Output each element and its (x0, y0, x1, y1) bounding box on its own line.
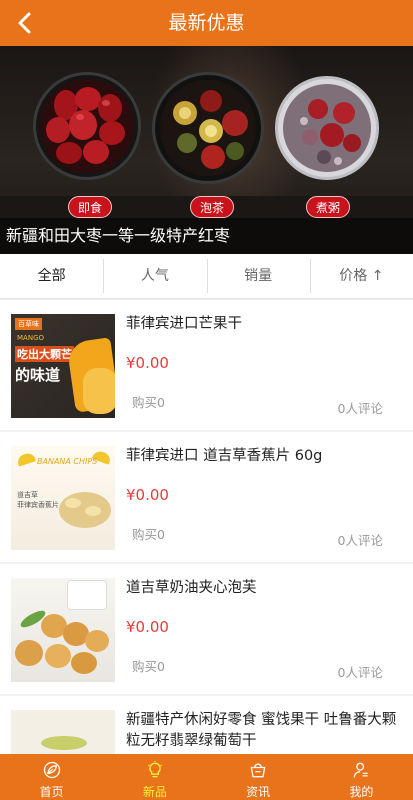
puff (85, 630, 109, 652)
product-thumbnail (11, 578, 115, 682)
sort-tab-popularity[interactable]: 人气 (103, 254, 206, 298)
product-price: ¥0.00 (126, 354, 169, 372)
product-name: 菲律宾进口 道吉草香蕉片 60g (126, 448, 323, 464)
banner-caption: 新疆和田大枣一等一级特产红枣 (0, 218, 413, 254)
bowl-porridge (275, 76, 379, 180)
sort-tab-all[interactable]: 全部 (0, 254, 103, 298)
tab-home[interactable]: 首页 (0, 754, 103, 800)
product-name: 新疆特产休闲好零食 蜜饯果干 吐鲁番大颗粒无籽翡翠绿葡萄干 (126, 712, 397, 749)
page-title: 最新优惠 (168, 12, 245, 34)
tab-mine[interactable]: 我的 (310, 754, 413, 800)
bowl-dates (33, 72, 141, 180)
product-bought: 购买0 (132, 659, 165, 674)
sort-bar: 全部 人气 销量 价格 ↑ (0, 254, 413, 299)
product-item[interactable]: 道吉草奶油夹心泡芙 ¥0.00 购买0 0人评论 (0, 564, 413, 694)
puff (71, 652, 97, 674)
thumb-sub: MANGO (17, 334, 44, 342)
tab-news[interactable]: 资讯 (207, 754, 310, 800)
product-item[interactable]: BANANA CHIPS 道吉草 菲律宾香蕉片 菲律宾进口 道吉草香蕉片 60g… (0, 432, 413, 562)
puff (15, 640, 43, 666)
product-comments: 0人评论 (337, 665, 383, 680)
sort-tab-sales[interactable]: 销量 (206, 254, 310, 298)
tea-image (160, 80, 256, 176)
product-bought: 购买0 (132, 527, 165, 542)
tab-mine-label: 我的 (349, 785, 374, 799)
user-icon (354, 762, 369, 778)
thumb-brand: 百草味 (15, 318, 42, 330)
thumb-title: BANANA CHIPS (37, 457, 98, 466)
product-list: 百草味 MANGO 吃出大颗芒 的味道 菲律宾进口芒果干 ¥0.00 购买0 0… (0, 300, 413, 754)
product-thumbnail: 百草味 MANGO 吃出大颗芒 的味道 (11, 314, 115, 418)
dates-image (40, 79, 134, 173)
sort-tab-price[interactable]: 价格 ↑ (309, 254, 413, 298)
header-bar: 最新优惠 (0, 0, 413, 46)
product-item[interactable]: 百草味 MANGO 吃出大颗芒 的味道 菲律宾进口芒果干 ¥0.00 购买0 0… (0, 300, 413, 430)
thumb-line1: 吃出大颗芒 (15, 346, 74, 362)
product-thumbnail (11, 710, 115, 754)
tab-new-label: 新品 (142, 785, 167, 799)
product-comments: 0人评论 (337, 533, 383, 548)
thumb-line1: 道吉草 (17, 491, 38, 499)
raisin-graphic (41, 736, 87, 750)
puff (45, 644, 71, 668)
milk-glass (67, 580, 107, 610)
banana-chip (85, 506, 101, 516)
product-name: 菲律宾进口芒果干 (126, 316, 242, 332)
thumb-line2: 菲律宾香蕉片 (17, 501, 59, 509)
basket-icon (250, 763, 266, 778)
lightbulb-icon (147, 760, 162, 778)
leaf-icon (43, 761, 60, 779)
product-price: ¥0.00 (126, 618, 169, 636)
porridge-image (283, 84, 371, 172)
tab-news-label: 资讯 (246, 785, 271, 799)
product-thumbnail: BANANA CHIPS 道吉草 菲律宾香蕉片 (11, 446, 115, 550)
product-price: ¥0.00 (126, 486, 169, 504)
product-name: 道吉草奶油夹心泡芙 (126, 580, 257, 596)
promo-banner[interactable]: 即食 泡茶 煮粥 新疆和田大枣一等一级特产红枣 (0, 46, 413, 254)
banner-tag-ready: 即食 (68, 196, 112, 218)
banana-chip (65, 498, 81, 508)
product-bought: 购买0 (132, 395, 165, 410)
product-comments: 0人评论 (337, 401, 383, 416)
tab-new[interactable]: 新品 (103, 754, 206, 800)
thumb-line2: 的味道 (15, 366, 61, 384)
bowl-tea (152, 72, 264, 184)
tab-home-label: 首页 (39, 785, 64, 799)
banner-tag-porridge: 煮粥 (306, 196, 350, 218)
banner-tag-tea: 泡茶 (190, 196, 234, 218)
bottom-tab-bar: 首页 新品 资讯 我的 (0, 754, 413, 800)
mango-slice (83, 368, 115, 414)
product-item[interactable]: 新疆特产休闲好零食 蜜饯果干 吐鲁番大颗粒无籽翡翠绿葡萄干 (0, 696, 413, 754)
